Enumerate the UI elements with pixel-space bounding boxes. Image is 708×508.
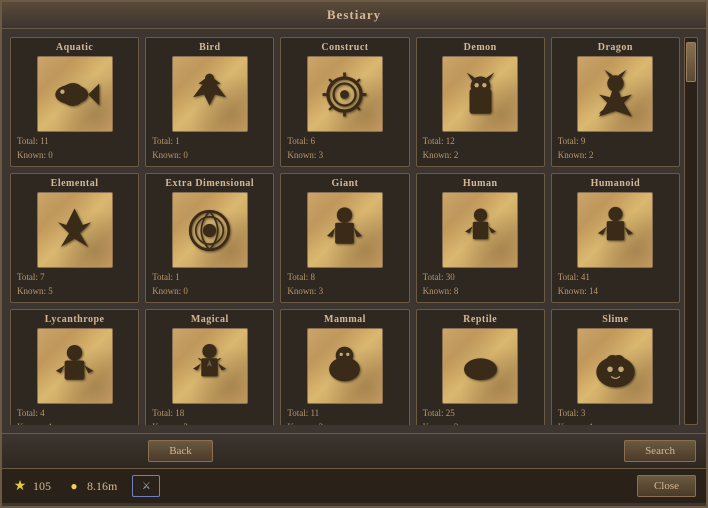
card-magical[interactable]: Magical Total: 18Known: 3 bbox=[145, 309, 274, 425]
card-image-lycanthrope bbox=[37, 328, 113, 404]
card-stats-reptile: Total: 25Known: 3 bbox=[421, 407, 540, 425]
bestiary-grid: Aquatic Total: 11Known: 0 Bird Total: 1K… bbox=[10, 37, 680, 425]
card-stats-bird: Total: 1Known: 0 bbox=[150, 135, 269, 162]
search-button[interactable]: Search bbox=[624, 440, 696, 462]
card-stats-giant: Total: 8Known: 3 bbox=[285, 271, 404, 298]
card-reptile[interactable]: Reptile Total: 25Known: 3 bbox=[416, 309, 545, 425]
card-image-slime bbox=[577, 328, 653, 404]
back-button[interactable]: Back bbox=[148, 440, 213, 462]
card-mammal[interactable]: Mammal Total: 11Known: 3 bbox=[280, 309, 409, 425]
card-image-giant bbox=[307, 192, 383, 268]
window-title: Bestiary bbox=[327, 7, 381, 22]
card-construct[interactable]: Construct Total: 6Known: 3 bbox=[280, 37, 409, 167]
card-title-extra-dimensional: Extra Dimensional bbox=[165, 178, 254, 189]
card-title-lycanthrope: Lycanthrope bbox=[45, 314, 105, 325]
stars-status: ★ 105 bbox=[12, 478, 51, 494]
scrollbar[interactable] bbox=[684, 37, 698, 425]
card-stats-human: Total: 30Known: 8 bbox=[421, 271, 540, 298]
content-area: Aquatic Total: 11Known: 0 Bird Total: 1K… bbox=[2, 29, 706, 433]
card-image-aquatic bbox=[37, 56, 113, 132]
card-image-humanoid bbox=[577, 192, 653, 268]
title-bar: Bestiary bbox=[2, 2, 706, 29]
card-stats-humanoid: Total: 41Known: 14 bbox=[556, 271, 675, 298]
card-stats-aquatic: Total: 11Known: 0 bbox=[15, 135, 134, 162]
scrollbar-thumb[interactable] bbox=[686, 42, 696, 82]
card-stats-construct: Total: 6Known: 3 bbox=[285, 135, 404, 162]
card-lycanthrope[interactable]: Lycanthrope Total: 4Known: 1 bbox=[10, 309, 139, 425]
card-title-giant: Giant bbox=[332, 178, 359, 189]
card-stats-demon: Total: 12Known: 2 bbox=[421, 135, 540, 162]
card-title-humanoid: Humanoid bbox=[591, 178, 641, 189]
card-stats-dragon: Total: 9Known: 2 bbox=[556, 135, 675, 162]
gold-status: ● 8.16m bbox=[66, 478, 117, 494]
card-stats-elemental: Total: 7Known: 5 bbox=[15, 271, 134, 298]
star-icon: ★ bbox=[12, 478, 28, 494]
close-button[interactable]: Close bbox=[637, 475, 696, 497]
card-image-elemental bbox=[37, 192, 113, 268]
gold-value: 8.16m bbox=[87, 479, 117, 494]
card-elemental[interactable]: Elemental Total: 7Known: 5 bbox=[10, 173, 139, 303]
card-image-dragon bbox=[577, 56, 653, 132]
status-bar: ★ 105 ● 8.16m ⚔ Close bbox=[2, 468, 706, 503]
stars-value: 105 bbox=[33, 479, 51, 494]
card-stats-magical: Total: 18Known: 3 bbox=[150, 407, 269, 425]
card-title-reptile: Reptile bbox=[463, 314, 497, 325]
card-dragon[interactable]: Dragon Total: 9Known: 2 bbox=[551, 37, 680, 167]
card-image-demon bbox=[442, 56, 518, 132]
card-bird[interactable]: Bird Total: 1Known: 0 bbox=[145, 37, 274, 167]
card-image-construct bbox=[307, 56, 383, 132]
card-extra-dimensional[interactable]: Extra Dimensional Total: 1Known: 0 bbox=[145, 173, 274, 303]
card-slime[interactable]: Slime Total: 3Known: 1 bbox=[551, 309, 680, 425]
coin-icon: ● bbox=[66, 478, 82, 494]
card-title-dragon: Dragon bbox=[598, 42, 633, 53]
bestiary-window: Bestiary Aquatic Total: 11Known: 0 Bird … bbox=[0, 0, 708, 508]
card-stats-extra-dimensional: Total: 1Known: 0 bbox=[150, 271, 269, 298]
card-stats-mammal: Total: 11Known: 3 bbox=[285, 407, 404, 425]
card-stats-slime: Total: 3Known: 1 bbox=[556, 407, 675, 425]
card-title-human: Human bbox=[463, 178, 498, 189]
card-image-extra-dimensional bbox=[172, 192, 248, 268]
card-humanoid[interactable]: Humanoid Total: 41Known: 14 bbox=[551, 173, 680, 303]
card-human[interactable]: Human Total: 30Known: 8 bbox=[416, 173, 545, 303]
card-demon[interactable]: Demon Total: 12Known: 2 bbox=[416, 37, 545, 167]
card-image-human bbox=[442, 192, 518, 268]
card-title-mammal: Mammal bbox=[324, 314, 366, 325]
card-title-aquatic: Aquatic bbox=[56, 42, 93, 53]
card-aquatic[interactable]: Aquatic Total: 11Known: 0 bbox=[10, 37, 139, 167]
card-image-reptile bbox=[442, 328, 518, 404]
card-title-elemental: Elemental bbox=[51, 178, 99, 189]
card-giant[interactable]: Giant Total: 8Known: 3 bbox=[280, 173, 409, 303]
card-image-bird bbox=[172, 56, 248, 132]
card-title-construct: Construct bbox=[321, 42, 368, 53]
card-stats-lycanthrope: Total: 4Known: 1 bbox=[15, 407, 134, 425]
card-title-demon: Demon bbox=[464, 42, 497, 53]
bottom-bar: Back Search bbox=[2, 433, 706, 468]
card-image-magical bbox=[172, 328, 248, 404]
emblem-icon: ⚔ bbox=[132, 475, 160, 497]
card-image-mammal bbox=[307, 328, 383, 404]
card-title-bird: Bird bbox=[199, 42, 220, 53]
card-title-slime: Slime bbox=[602, 314, 628, 325]
card-title-magical: Magical bbox=[191, 314, 229, 325]
